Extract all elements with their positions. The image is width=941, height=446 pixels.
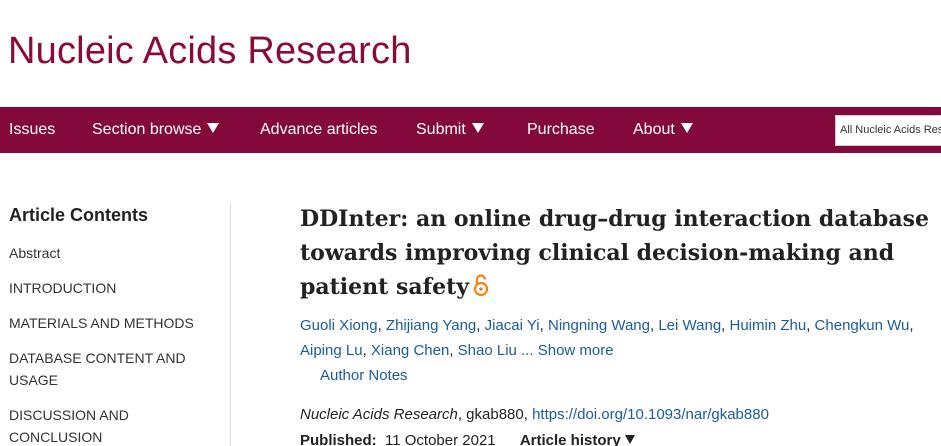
main-navbar: Issues Section browse Advance articles S… (0, 107, 941, 153)
nav-section-browse[interactable]: Section browse (92, 107, 220, 153)
published-date: 11 October 2021 (385, 432, 496, 446)
nav-issues[interactable]: Issues (9, 107, 55, 153)
author-link[interactable]: Huimin Zhu (730, 317, 807, 334)
nav-purchase[interactable]: Purchase (527, 107, 595, 153)
citation-article-id: , gkab880, (457, 406, 533, 423)
author-link[interactable]: Shao Liu (458, 342, 517, 359)
journal-title[interactable]: Nucleic Acids Research (8, 30, 412, 73)
nav-about[interactable]: About (633, 107, 693, 153)
published-row: Published: 11 October 2021 Article histo… (300, 429, 941, 446)
chevron-down-icon (207, 123, 220, 133)
chevron-down-icon (624, 435, 635, 444)
author-link[interactable]: Aiping Lu (300, 342, 363, 359)
sidebar-divider (230, 203, 231, 446)
toc-item-methods[interactable]: MATERIALS AND METHODS (9, 312, 209, 334)
sidebar-heading: Article Contents (9, 205, 149, 225)
chevron-down-icon (680, 123, 693, 133)
author-link[interactable]: Jiacai Yi (485, 317, 540, 334)
citation: Nucleic Acids Research, gkab880, https:/… (300, 403, 941, 427)
author-link[interactable]: Zhijiang Yang (386, 317, 476, 334)
search-scope-select[interactable]: All Nucleic Acids Research (835, 115, 941, 146)
published-label: Published: (300, 432, 377, 446)
author-notes-link[interactable]: Author Notes (320, 363, 920, 388)
author-link[interactable]: Xiang Chen (371, 342, 449, 359)
chevron-down-icon (471, 123, 484, 133)
toc-item-database-content[interactable]: DATABASE CONTENT AND USAGE (9, 347, 209, 391)
author-link[interactable]: Chengkun Wu (815, 317, 910, 334)
author-link[interactable]: Guoli Xiong (300, 317, 378, 334)
article-history-toggle[interactable]: Article history (520, 432, 635, 446)
article-title: DDInter: an online drug–drug interaction… (300, 202, 930, 307)
author-link[interactable]: Ningning Wang (548, 317, 650, 334)
doi-link[interactable]: https://doi.org/10.1093/nar/gkab880 (532, 406, 769, 423)
show-more-authors-link[interactable]: ... Show more (521, 342, 614, 359)
nav-advance-articles[interactable]: Advance articles (260, 107, 377, 153)
open-access-icon (473, 273, 489, 307)
article-header: DDInter: an online drug–drug interaction… (300, 202, 941, 446)
citation-journal: Nucleic Acids Research (300, 406, 458, 423)
author-list: Guoli Xiong, Zhijiang Yang, Jiacai Yi, N… (300, 313, 920, 388)
article-contents-sidebar: Article Contents Abstract INTRODUCTION M… (9, 205, 229, 446)
nav-submit[interactable]: Submit (416, 107, 484, 153)
toc-item-discussion[interactable]: DISCUSSION AND CONCLUSION (9, 404, 209, 446)
toc-item-introduction[interactable]: INTRODUCTION (9, 277, 209, 299)
author-link[interactable]: Lei Wang (658, 317, 721, 334)
journal-header: Nucleic Acids Research (0, 0, 941, 107)
toc-item-abstract[interactable]: Abstract (9, 242, 209, 264)
